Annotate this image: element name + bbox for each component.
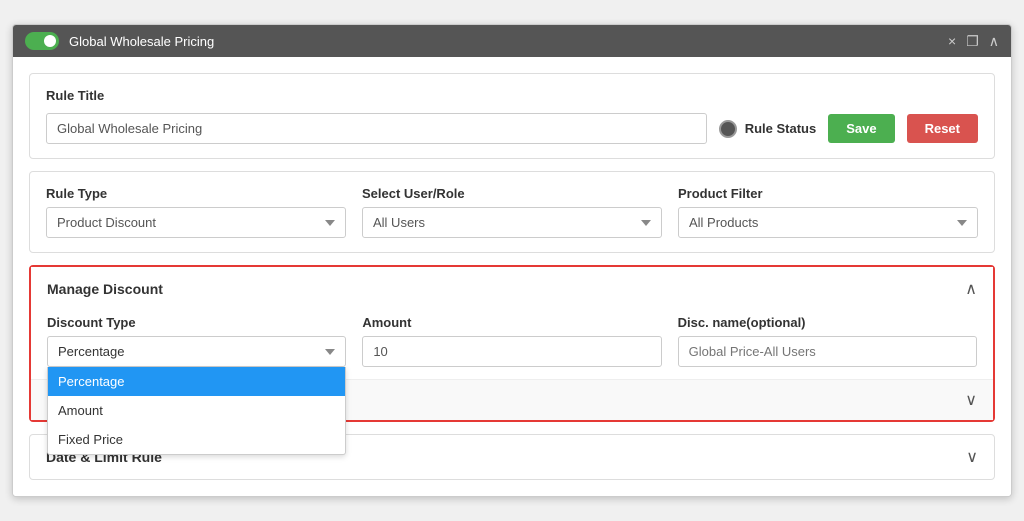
dropdown-item-fixed[interactable]: Fixed Price (48, 425, 345, 454)
title-bar-toggle[interactable] (25, 32, 59, 50)
manage-header: Manage Discount ∧ (31, 267, 993, 311)
amount-input[interactable] (362, 336, 661, 367)
rule-config-row: Rule Type Product Discount Fixed Price P… (46, 186, 978, 238)
title-bar-controls: × ❐ ∧ (948, 33, 999, 50)
rule-title-section: Rule Title Rule Status Save Reset (29, 73, 995, 159)
title-bar-left: Global Wholesale Pricing (25, 32, 214, 50)
rule-type-select[interactable]: Product Discount Fixed Price Percentage (46, 207, 346, 238)
discount-fields-row: Discount Type Percentage Amount Fixed Pr… (47, 315, 977, 367)
reset-button[interactable]: Reset (907, 114, 978, 143)
rule-status-group: Rule Status (719, 120, 817, 138)
disc-name-group: Disc. name(optional) (678, 315, 977, 367)
disc-name-input[interactable] (678, 336, 977, 367)
collapse-icon[interactable]: ∧ (989, 33, 999, 50)
disc-name-label: Disc. name(optional) (678, 315, 977, 330)
discount-type-group: Discount Type Percentage Amount Fixed Pr… (47, 315, 346, 367)
rule-title-row: Rule Status Save Reset (46, 113, 978, 144)
title-bar-title: Global Wholesale Pricing (69, 34, 214, 49)
manage-discount-title: Manage Discount (47, 281, 163, 297)
title-bar: Global Wholesale Pricing × ❐ ∧ (13, 25, 1011, 57)
manage-discount-section: Manage Discount ∧ Discount Type Percenta… (29, 265, 995, 422)
amount-group: Amount (362, 315, 661, 367)
user-role-label: Select User/Role (362, 186, 662, 201)
discount-dropdown-menu: Percentage Amount Fixed Price (47, 367, 346, 455)
rule-type-label: Rule Type (46, 186, 346, 201)
discount-type-select[interactable]: Percentage Amount Fixed Price (47, 336, 346, 367)
dropdown-item-percentage[interactable]: Percentage (48, 367, 345, 396)
product-filter-select[interactable]: All Products Category Specific Products (678, 207, 978, 238)
date-collapse-icon[interactable]: ∨ (966, 447, 978, 467)
product-filter-label: Product Filter (678, 186, 978, 201)
close-icon[interactable]: × (948, 33, 956, 49)
conditions-collapse-icon[interactable]: ∨ (965, 390, 977, 410)
discount-select-wrapper: Percentage Amount Fixed Price Percentage… (47, 336, 346, 367)
save-button[interactable]: Save (828, 114, 894, 143)
rule-status-label: Rule Status (745, 121, 817, 136)
rule-config-section: Rule Type Product Discount Fixed Price P… (29, 171, 995, 253)
dropdown-item-amount[interactable]: Amount (48, 396, 345, 425)
copy-icon[interactable]: ❐ (966, 33, 979, 50)
rule-type-group: Rule Type Product Discount Fixed Price P… (46, 186, 346, 238)
product-filter-group: Product Filter All Products Category Spe… (678, 186, 978, 238)
rule-title-label: Rule Title (46, 88, 978, 103)
user-role-group: Select User/Role All Users Registered Us… (362, 186, 662, 238)
manage-collapse-icon[interactable]: ∧ (965, 279, 977, 299)
amount-label: Amount (362, 315, 661, 330)
manage-body: Discount Type Percentage Amount Fixed Pr… (31, 311, 993, 367)
main-window: Global Wholesale Pricing × ❐ ∧ Rule Titl… (12, 24, 1012, 497)
rule-status-toggle[interactable] (719, 120, 737, 138)
user-role-select[interactable]: All Users Registered Users Guest (362, 207, 662, 238)
content-area: Rule Title Rule Status Save Reset Rule T… (13, 57, 1011, 496)
discount-type-label: Discount Type (47, 315, 346, 330)
rule-title-input[interactable] (46, 113, 707, 144)
